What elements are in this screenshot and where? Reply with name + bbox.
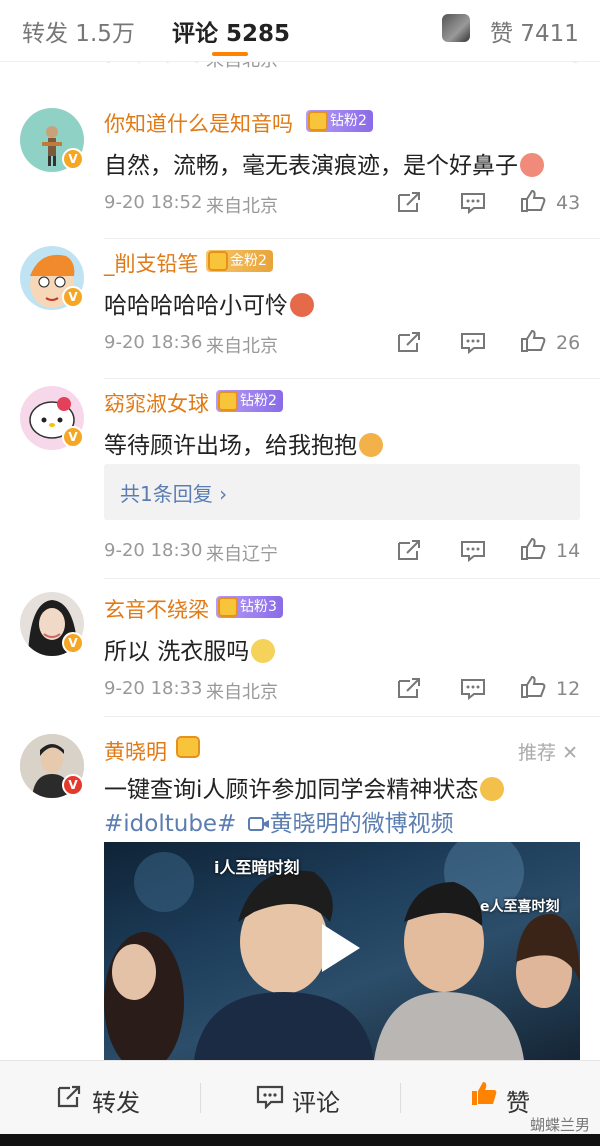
- comment-username[interactable]: _削支铅笔: [104, 248, 199, 278]
- comment-username[interactable]: 窈窕淑女球: [104, 388, 209, 418]
- bottom-divider: [400, 1083, 401, 1113]
- video-caption-right: e人至喜时刻: [480, 899, 560, 915]
- bottom-divider: [200, 1083, 201, 1113]
- share-icon[interactable]: [56, 1085, 82, 1109]
- fan-badge-label: 钻粉2: [330, 113, 367, 129]
- share-icon[interactable]: [396, 678, 422, 700]
- comment-username[interactable]: 黄晓明: [104, 736, 167, 766]
- like-count: 14: [556, 540, 581, 562]
- comment-text-content: 等待顾许出场，给我抱抱: [104, 433, 357, 459]
- comment-location: 来自北京: [206, 196, 278, 217]
- vip-badge-icon: V: [62, 286, 84, 308]
- video-caption-left: i人至暗时刻: [214, 858, 300, 877]
- thumb-up-icon[interactable]: [520, 330, 546, 352]
- fan-badge-label: 钻粉3: [240, 599, 277, 615]
- thinking-emoji-icon: [251, 639, 276, 663]
- active-tab-indicator: [212, 52, 248, 56]
- comment-divider: [104, 716, 600, 717]
- fan-badge: 金粉2: [206, 250, 273, 272]
- pig-emoji-icon: [290, 293, 314, 317]
- bottom-action-bar: 转发 评论 赞: [0, 1060, 600, 1134]
- comment-location: 来自北京: [206, 682, 278, 703]
- comment-button[interactable]: 评论: [292, 1083, 340, 1118]
- fan-badge: 钻粉2: [216, 390, 283, 412]
- video-link[interactable]: 黄晓明的微博视频: [270, 811, 454, 837]
- like-count: 12: [556, 678, 581, 700]
- fan-badge-label: 金粉2: [230, 253, 267, 269]
- crown-icon: [218, 597, 238, 617]
- comment-time: 9-20 18:33: [104, 678, 203, 699]
- comment-links: #idoltube# 黄晓明的微博视频: [104, 804, 454, 838]
- like-button[interactable]: 赞: [506, 1083, 530, 1118]
- comment-time: 9-20 18:36: [104, 332, 203, 353]
- comment-text-content: 一键查询i人顾许参加同学会精神状态: [104, 777, 479, 803]
- share-icon[interactable]: [396, 332, 422, 354]
- comment-text: 等待顾许出场，给我抱抱: [104, 426, 383, 460]
- vip-badge-icon: V: [62, 148, 84, 170]
- tab-repost[interactable]: 转发 1.5万: [22, 14, 135, 48]
- comment-text: 所以 洗衣服吗: [104, 632, 276, 666]
- crown-icon: [218, 391, 238, 411]
- reply-icon[interactable]: [460, 192, 486, 214]
- thumb-up-icon[interactable]: [520, 538, 546, 560]
- video-camera-icon: [247, 817, 269, 831]
- comment-location: 来自北京: [206, 336, 278, 357]
- comment-text-content: 自然，流畅，毫无表演痕迹，是个好鼻子: [104, 153, 518, 179]
- crown-icon: [308, 111, 328, 131]
- tab-comment[interactable]: 评论 5285: [172, 14, 290, 48]
- recommend-close-button[interactable]: 推荐 ✕: [518, 738, 578, 765]
- fan-badge: 钻粉3: [216, 596, 283, 618]
- comment-username[interactable]: 玄音不绕梁: [104, 594, 209, 624]
- reply-icon[interactable]: [460, 332, 486, 354]
- comment-location: 来自辽宁: [206, 544, 278, 565]
- comment-text: 一键查询i人顾许参加同学会精神状态: [104, 770, 505, 804]
- reply-icon[interactable]: [460, 678, 486, 700]
- crown-icon: [208, 251, 228, 271]
- reply-icon[interactable]: [460, 540, 486, 562]
- comment-tab-bar: 转发 1.5万 评论 5285 赞 7411: [0, 0, 600, 62]
- comment-text-content: 哈哈哈哈哈小可怜: [104, 293, 288, 319]
- comment-time: 9-20 18:52: [104, 192, 203, 213]
- hug-emoji-icon: [359, 433, 383, 457]
- vip-badge-icon: V: [62, 426, 84, 448]
- fan-badge: 钻粉2: [306, 110, 373, 132]
- comment-username[interactable]: 你知道什么是知音吗: [104, 108, 293, 138]
- comment-text-content: 所以 洗衣服吗: [104, 639, 250, 665]
- tab-like[interactable]: 赞 7411: [490, 14, 579, 48]
- repost-button[interactable]: 转发: [92, 1083, 140, 1118]
- comment-divider: [104, 578, 600, 579]
- liker-avatar[interactable]: [442, 14, 470, 42]
- vip-badge-icon: V: [62, 632, 84, 654]
- share-icon[interactable]: [396, 192, 422, 214]
- reply-summary-label[interactable]: 共1条回复 ›: [120, 478, 227, 507]
- comment-divider: [104, 238, 600, 239]
- reply-summary[interactable]: 共1条回复 ›: [104, 464, 580, 520]
- dog-emoji-icon: [480, 777, 505, 801]
- comment-time: 9-20 18:30: [104, 540, 203, 561]
- system-nav-strip: [0, 1134, 600, 1146]
- play-icon[interactable]: [322, 924, 360, 972]
- comment-icon[interactable]: [256, 1085, 284, 1109]
- hashtag-link[interactable]: #idoltube#: [104, 811, 236, 837]
- thumb-up-filled-icon[interactable]: [470, 1081, 498, 1107]
- share-icon[interactable]: [396, 540, 422, 562]
- crown-icon: [176, 736, 200, 758]
- thumb-up-icon[interactable]: [520, 190, 546, 212]
- fan-badge-label: 钻粉2: [240, 393, 277, 409]
- thumb-up-icon[interactable]: [520, 676, 546, 698]
- comment-text: 自然，流畅，毫无表演痕迹，是个好鼻子: [104, 146, 544, 180]
- comment-text: 哈哈哈哈哈小可怜: [104, 286, 314, 320]
- watermark: 蝴蝶兰男: [529, 1116, 590, 1134]
- vip-badge-icon: V: [62, 774, 84, 796]
- like-count: 26: [556, 332, 581, 354]
- like-count: 43: [556, 192, 581, 214]
- comment-divider: [104, 378, 600, 379]
- pig-face-emoji-icon: [520, 153, 544, 177]
- video-thumbnail[interactable]: i人至暗时刻 e人至喜时刻: [104, 842, 580, 1060]
